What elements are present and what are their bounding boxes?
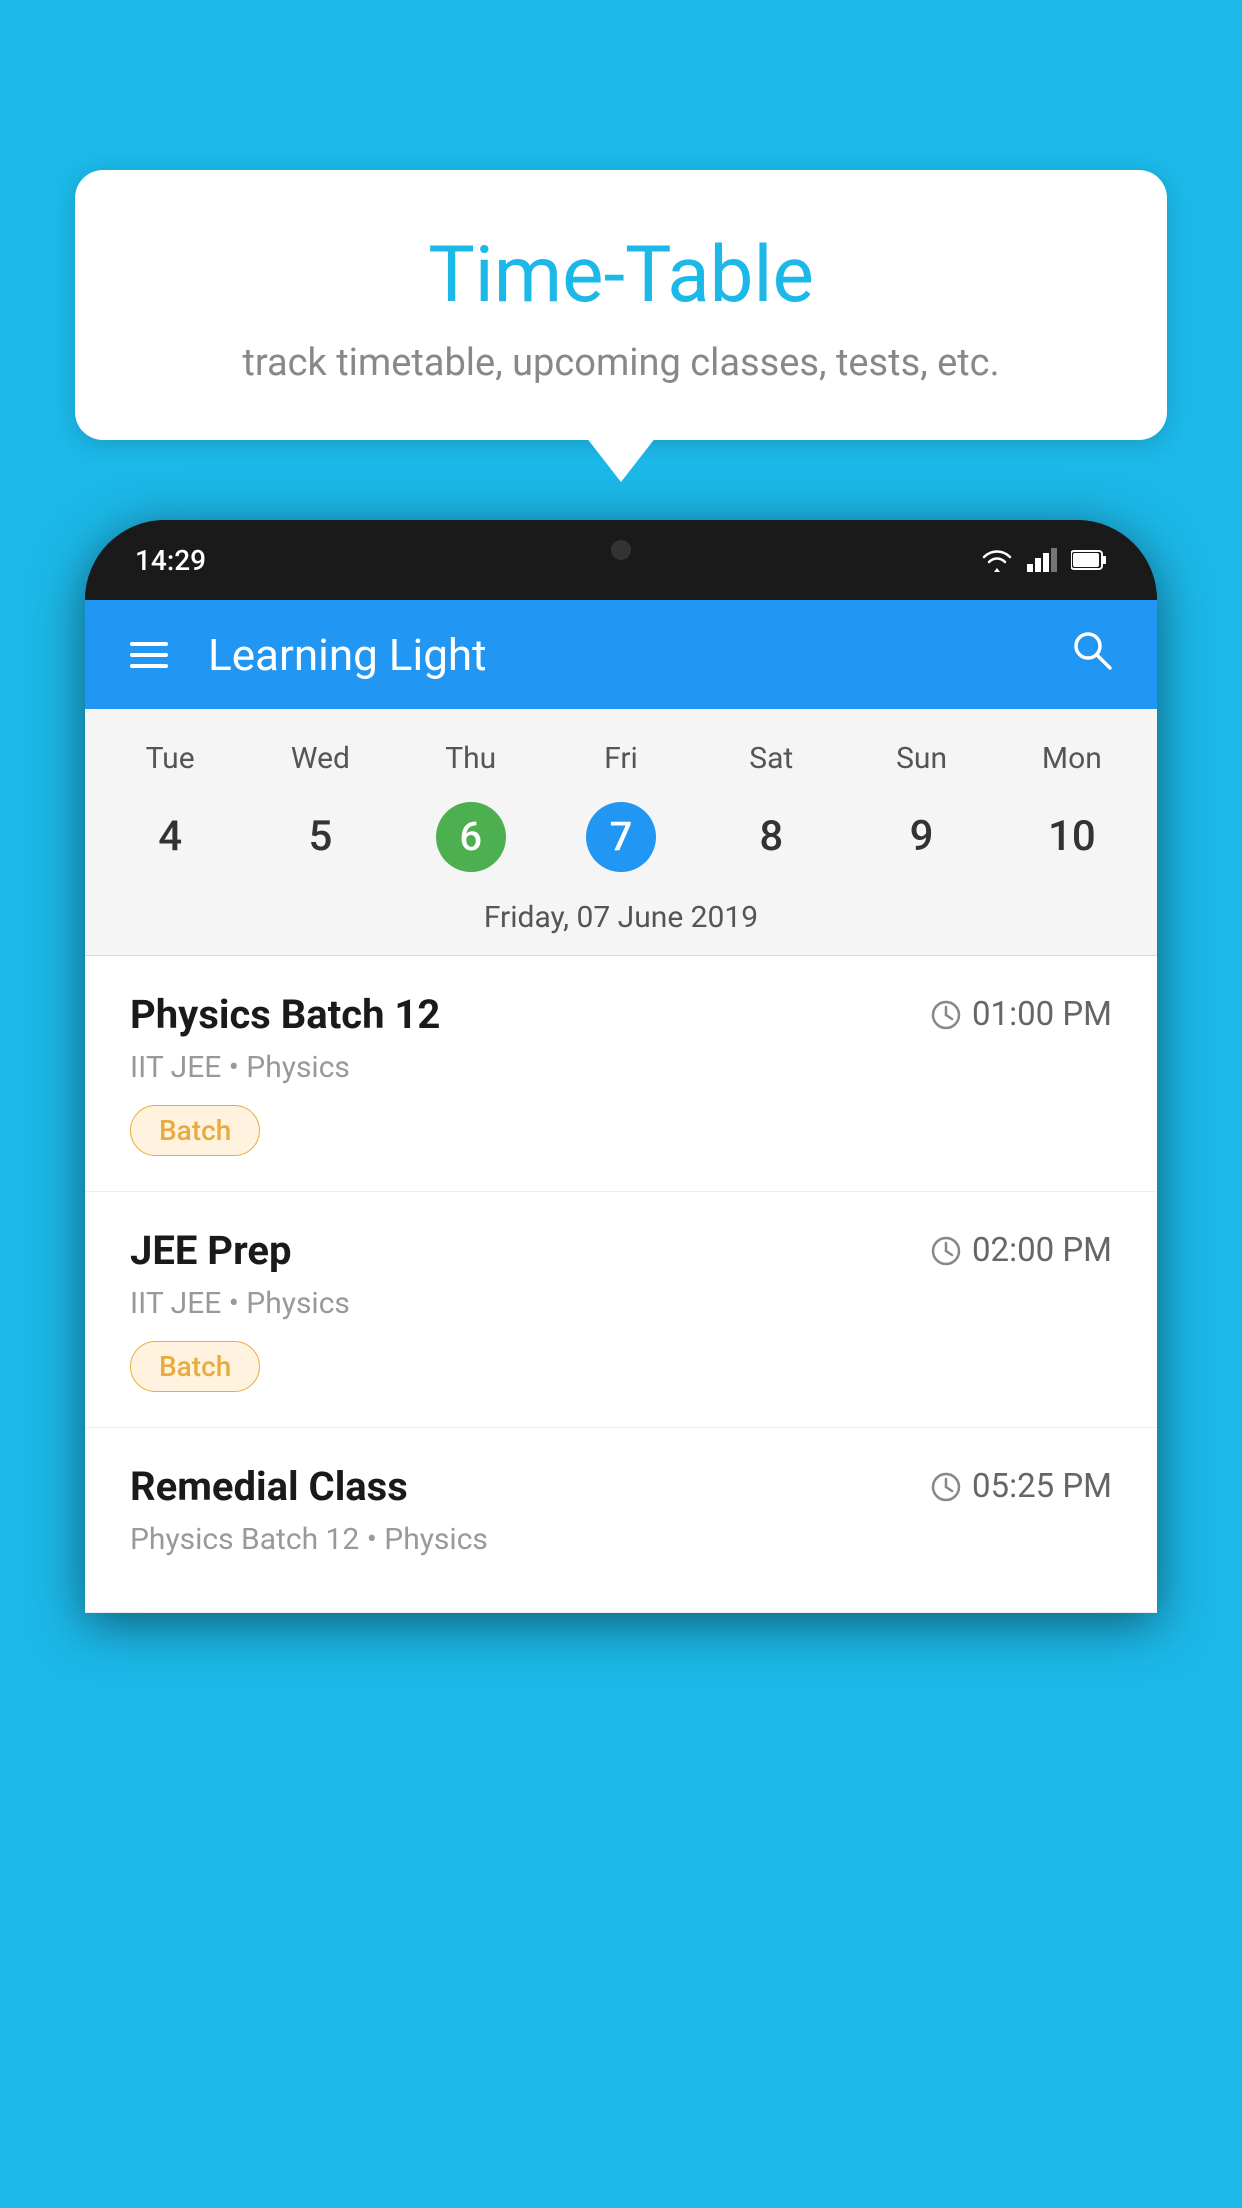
clock-icon-3 [930,1471,962,1503]
clock-icon-2 [930,1235,962,1267]
calendar-day-8[interactable]: 8 [696,798,846,875]
schedule-item-3-title: Remedial Class [130,1463,408,1510]
schedule-list: Physics Batch 12 01:00 PM IIT JEE • Phys… [85,956,1157,1613]
schedule-item-3-header: Remedial Class 05:25 PM [130,1463,1112,1510]
schedule-item-3[interactable]: Remedial Class 05:25 PM Physics Batch 12… [85,1428,1157,1613]
wifi-icon [979,546,1015,574]
status-icons [979,546,1107,574]
day-header-fri: Fri [546,729,696,788]
calendar-day-9[interactable]: 9 [846,798,996,875]
calendar-day-6-today[interactable]: 6 [436,802,506,872]
schedule-item-1-title: Physics Batch 12 [130,991,440,1038]
day-header-mon: Mon [997,729,1147,788]
status-time: 14:29 [135,544,206,577]
day-numbers: 4 5 6 7 8 9 10 [85,793,1157,890]
schedule-item-1-time: 01:00 PM [930,995,1112,1034]
calendar-day-10[interactable]: 10 [997,798,1147,875]
search-icon[interactable] [1070,628,1112,681]
schedule-item-1-badge: Batch [130,1105,260,1156]
schedule-item-2-title: JEE Prep [130,1227,291,1274]
signal-icon [1027,546,1059,574]
status-bar: 14:29 [85,520,1157,600]
schedule-item-3-meta: Physics Batch 12 • Physics [130,1522,1112,1557]
day-header-tue: Tue [95,729,245,788]
schedule-item-2-header: JEE Prep 02:00 PM [130,1227,1112,1274]
notch [521,520,721,580]
calendar-section: Tue Wed Thu Fri Sat Sun Mon 4 5 6 7 8 9 … [85,709,1157,956]
day-headers: Tue Wed Thu Fri Sat Sun Mon [85,709,1157,793]
clock-icon-1 [930,999,962,1031]
hamburger-menu-button[interactable] [130,642,168,668]
battery-icon [1071,549,1107,571]
day-header-sat: Sat [696,729,846,788]
day-header-sun: Sun [846,729,996,788]
app-title: Learning Light [208,629,1070,681]
phone-frame: 14:29 [85,520,1157,1613]
day-header-thu: Thu [396,729,546,788]
phone-wrapper: 14:29 [85,520,1157,2208]
schedule-item-1-header: Physics Batch 12 01:00 PM [130,991,1112,1038]
tooltip-title: Time-Table [125,230,1117,321]
selected-date-label: Friday, 07 June 2019 [85,890,1157,956]
schedule-item-2-time: 02:00 PM [930,1231,1112,1270]
calendar-day-7-selected[interactable]: 7 [586,802,656,872]
schedule-item-2[interactable]: JEE Prep 02:00 PM IIT JEE • Physics Batc… [85,1192,1157,1428]
tooltip-subtitle: track timetable, upcoming classes, tests… [125,341,1117,385]
schedule-item-3-time: 05:25 PM [930,1467,1112,1506]
calendar-day-5[interactable]: 5 [245,798,395,875]
schedule-item-2-meta: IIT JEE • Physics [130,1286,1112,1321]
tooltip-card: Time-Table track timetable, upcoming cla… [75,170,1167,440]
schedule-item-1[interactable]: Physics Batch 12 01:00 PM IIT JEE • Phys… [85,956,1157,1192]
schedule-item-2-badge: Batch [130,1341,260,1392]
app-header: Learning Light [85,600,1157,709]
schedule-item-1-meta: IIT JEE • Physics [130,1050,1112,1085]
calendar-day-4[interactable]: 4 [95,798,245,875]
day-header-wed: Wed [245,729,395,788]
camera-dot [611,540,631,560]
